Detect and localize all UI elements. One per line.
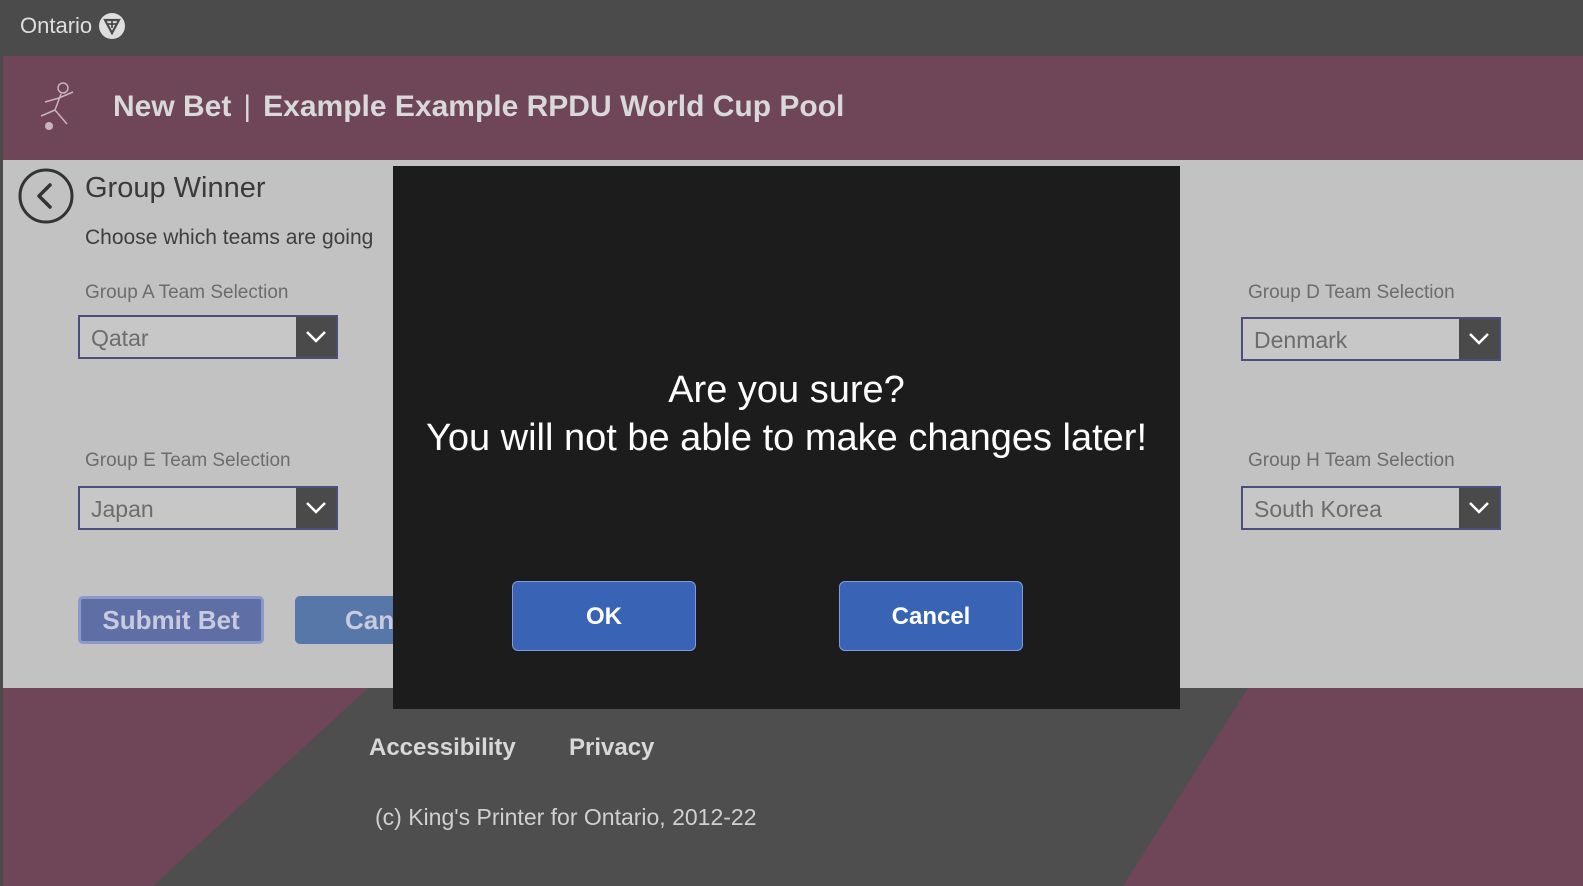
ontario-trillium-icon — [99, 13, 126, 39]
pool-name: Example Example RPDU World Cup Pool — [263, 90, 845, 123]
group-d-selected-value: Denmark — [1254, 327, 1348, 353]
ontario-top-bar: Ontario — [0, 0, 1583, 56]
soccer-player-icon — [40, 82, 74, 130]
submit-bet-button[interactable]: Submit Bet — [78, 596, 264, 644]
confirm-dialog: Are you sure? You will not be able to ma… — [393, 166, 1180, 709]
title-separator: | — [243, 90, 252, 123]
page-footer: Accessibility Privacy (c) King's Printer… — [3, 688, 1583, 886]
copyright-text: (c) King's Printer for Ontario, 2012-22 — [375, 804, 757, 830]
group-h-selected-value: South Korea — [1254, 496, 1382, 522]
page-title-main: New Bet — [113, 90, 232, 123]
chevron-down-icon[interactable] — [296, 488, 336, 528]
page-title: New Bet | Example Example RPDU World Cup P… — [113, 90, 844, 124]
chevron-down-icon[interactable] — [296, 317, 336, 357]
ontario-wordmark: Ontario — [20, 13, 93, 38]
accessibility-link[interactable]: Accessibility — [369, 734, 516, 762]
group-e-label: Group E Team Selection — [85, 450, 291, 471]
group-a-selected-value: Qatar — [91, 325, 149, 351]
ok-button[interactable]: OK — [512, 581, 696, 651]
chevron-down-icon[interactable] — [1459, 319, 1499, 359]
dialog-question: Are you sure? — [668, 369, 905, 411]
group-a-dropdown[interactable]: Qatar — [78, 315, 338, 359]
group-e-selected-value: Japan — [91, 496, 154, 522]
privacy-link[interactable]: Privacy — [569, 734, 654, 762]
app-header: New Bet | Example Example RPDU World Cup P… — [3, 56, 1583, 160]
back-arrow-icon[interactable] — [18, 168, 74, 224]
group-d-label: Group D Team Selection — [1248, 282, 1455, 303]
dialog-warning: You will not be able to make changes lat… — [425, 417, 1148, 459]
section-description: Choose which teams are going — [85, 226, 374, 249]
group-h-dropdown[interactable]: South Korea — [1241, 486, 1501, 530]
section-heading: Group Winner — [85, 172, 266, 204]
dialog-cancel-button[interactable]: Cancel — [839, 581, 1023, 651]
chevron-down-icon[interactable] — [1459, 488, 1499, 528]
group-h-label: Group H Team Selection — [1248, 450, 1455, 471]
dialog-message: Are you sure? You will not be able to ma… — [423, 366, 1150, 462]
footer-background-shape — [3, 688, 1583, 886]
group-a-label: Group A Team Selection — [85, 282, 289, 303]
group-d-dropdown[interactable]: Denmark — [1241, 317, 1501, 361]
ontario-brand[interactable]: Ontario — [20, 12, 126, 40]
group-e-dropdown[interactable]: Japan — [78, 486, 338, 530]
